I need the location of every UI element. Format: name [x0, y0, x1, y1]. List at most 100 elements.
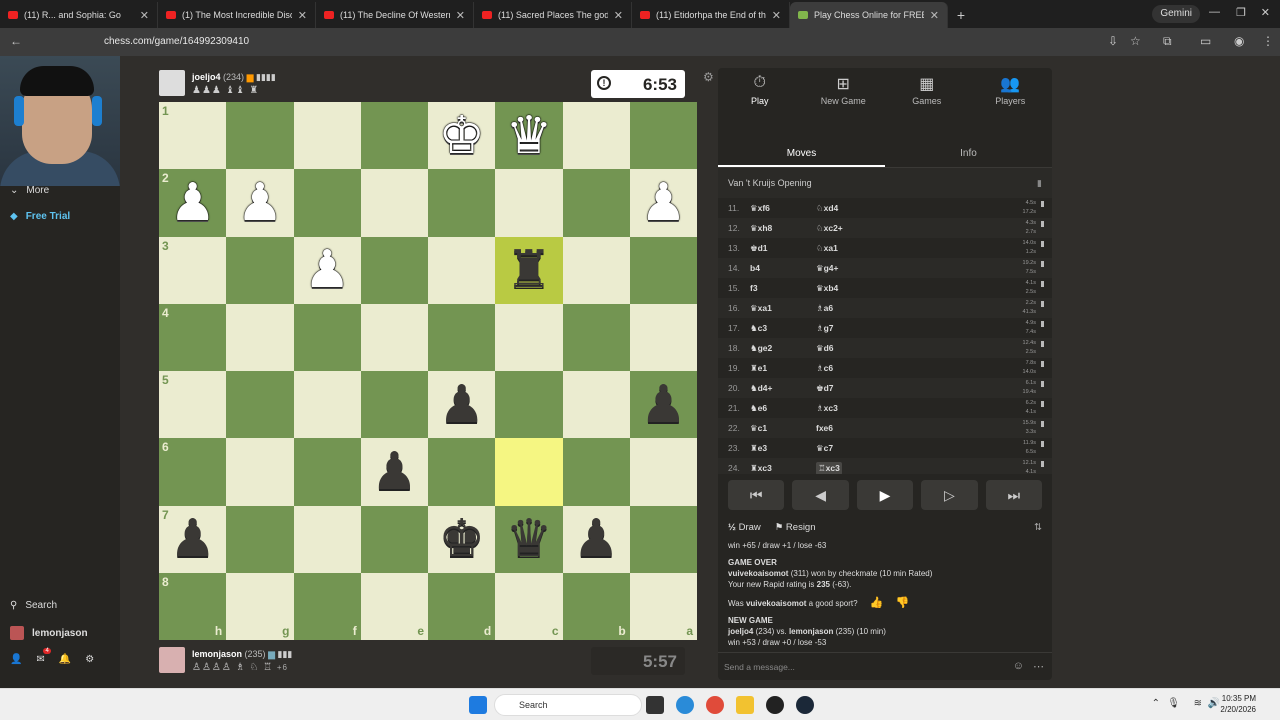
- close-tab-icon[interactable]: ✕: [456, 9, 465, 22]
- gemini-button[interactable]: Gemini: [1152, 5, 1200, 23]
- new-tab-button[interactable]: +: [948, 2, 974, 28]
- board-square[interactable]: [360, 169, 428, 237]
- thumbs-down-icon[interactable]: 👎: [896, 598, 910, 609]
- sidebar-search[interactable]: ⚲ Search: [10, 600, 57, 611]
- board-square[interactable]: [629, 505, 697, 573]
- board-square[interactable]: d: [428, 572, 496, 640]
- volume-icon[interactable]: 🔊: [1208, 698, 1220, 709]
- white-king-icon[interactable]: ♚: [438, 110, 485, 162]
- board-square[interactable]: [562, 438, 630, 506]
- bell-icon[interactable]: 🔔: [59, 654, 71, 665]
- board-square[interactable]: [495, 438, 563, 506]
- board-square[interactable]: 8h: [159, 572, 227, 640]
- board-square[interactable]: ♜: [495, 236, 563, 304]
- board-square[interactable]: [428, 303, 496, 371]
- nav-players[interactable]: 👥 Players: [969, 68, 1053, 140]
- white-move[interactable]: b4: [750, 263, 816, 273]
- edge-icon[interactable]: [676, 696, 694, 714]
- browser-tab[interactable]: (1) The Most Incredible Disco ✕: [158, 2, 316, 28]
- board-square[interactable]: [360, 303, 428, 371]
- board-square[interactable]: a: [629, 572, 697, 640]
- message-input[interactable]: Send a message... ☺ ⋯: [718, 652, 1052, 680]
- black-pawn-icon[interactable]: ♟: [169, 513, 216, 565]
- free-trial-link[interactable]: ◆ Free Trial: [10, 211, 70, 222]
- thumbs-up-icon[interactable]: 👍: [870, 598, 884, 609]
- black-pawn-icon[interactable]: ♟: [438, 379, 485, 431]
- wifi-icon[interactable]: ≋: [1194, 698, 1202, 709]
- mic-icon[interactable]: 🎙: [1167, 698, 1180, 709]
- white-pawn-icon[interactable]: ♟: [237, 177, 284, 229]
- black-move[interactable]: ♗a6: [816, 303, 882, 314]
- black-pawn-icon[interactable]: ♟: [371, 446, 418, 498]
- chrome-icon[interactable]: [706, 696, 724, 714]
- close-tab-icon[interactable]: ✕: [772, 9, 781, 22]
- board-square[interactable]: ♛: [495, 102, 563, 170]
- bookmark-star-icon[interactable]: ☆: [1130, 34, 1141, 48]
- board-square[interactable]: [629, 236, 697, 304]
- board-square[interactable]: ♟: [428, 371, 496, 439]
- book-icon[interactable]: ▮: [1037, 168, 1042, 198]
- board-square[interactable]: [428, 438, 496, 506]
- white-move[interactable]: ♛xa1: [750, 303, 816, 314]
- white-move[interactable]: ♞ge2: [750, 343, 816, 354]
- white-pawn-icon[interactable]: ♟: [640, 177, 687, 229]
- file-explorer-icon[interactable]: [736, 696, 754, 714]
- black-move[interactable]: ♗c6: [816, 363, 882, 374]
- white-move[interactable]: ♞c3: [750, 323, 816, 334]
- opening-name[interactable]: Van 't Kruijs Opening: [728, 178, 812, 188]
- white-move[interactable]: ♜e1: [750, 363, 816, 374]
- resign-button[interactable]: ⚑ Resign: [775, 522, 816, 533]
- board-square[interactable]: [293, 371, 361, 439]
- black-move[interactable]: ♗g7: [816, 323, 882, 334]
- board-square[interactable]: 1: [159, 102, 227, 170]
- board-square[interactable]: ♛: [495, 505, 563, 573]
- extensions-icon[interactable]: ⧉: [1163, 34, 1172, 49]
- board-square[interactable]: [360, 371, 428, 439]
- black-move[interactable]: ♘xc2+: [816, 223, 882, 234]
- nav-games[interactable]: ▦ Games: [885, 68, 969, 140]
- flip-board-icon[interactable]: ⇅: [1034, 522, 1042, 533]
- tray-chevron-icon[interactable]: ⌃: [1152, 698, 1160, 709]
- close-tab-icon[interactable]: ✕: [140, 9, 149, 22]
- black-rook-icon[interactable]: ♜: [506, 244, 553, 296]
- browser-menu-icon[interactable]: ⋮: [1262, 34, 1274, 48]
- black-move[interactable]: ♘xd4: [816, 203, 882, 214]
- play-button[interactable]: ▶: [856, 480, 914, 510]
- board-square[interactable]: [226, 236, 294, 304]
- black-move[interactable]: fxe6: [816, 423, 882, 433]
- black-move[interactable]: ♛d6: [816, 343, 882, 354]
- board-square[interactable]: [495, 169, 563, 237]
- board-square[interactable]: 5: [159, 371, 227, 439]
- last-move-button[interactable]: ⏭: [985, 480, 1043, 510]
- board-square[interactable]: 6: [159, 438, 227, 506]
- maximize-icon[interactable]: ❐: [1236, 6, 1246, 19]
- white-move[interactable]: ♛c1: [750, 423, 816, 434]
- board-square[interactable]: 3: [159, 236, 227, 304]
- first-move-button[interactable]: ⏮: [728, 480, 785, 510]
- board-square[interactable]: [562, 303, 630, 371]
- white-pawn-icon[interactable]: ♟: [304, 244, 351, 296]
- minimize-icon[interactable]: —: [1209, 6, 1220, 18]
- board-square[interactable]: [629, 303, 697, 371]
- board-square[interactable]: [629, 438, 697, 506]
- white-move[interactable]: ♛xh8: [750, 223, 816, 234]
- white-queen-icon[interactable]: ♛: [506, 110, 553, 162]
- browser-tab[interactable]: (11) Sacred Places The gods Sa✕: [474, 2, 632, 28]
- black-queen-icon[interactable]: ♛: [506, 513, 553, 565]
- board-square[interactable]: ♟: [226, 169, 294, 237]
- browser-tab[interactable]: (11) The Decline Of Western Ci✕: [316, 2, 474, 28]
- black-move[interactable]: ♘xa1: [816, 243, 882, 254]
- windows-start-icon[interactable]: [469, 696, 487, 714]
- friends-icon[interactable]: 👤: [10, 654, 22, 665]
- url-field[interactable]: chess.com/game/164992309410: [104, 36, 249, 47]
- board-square[interactable]: ♟: [629, 371, 697, 439]
- black-move[interactable]: ♛c7: [816, 443, 882, 454]
- black-move[interactable]: ♖xc3: [816, 461, 842, 474]
- board-square[interactable]: ♚: [428, 505, 496, 573]
- board-square[interactable]: [495, 371, 563, 439]
- board-square[interactable]: [226, 505, 294, 573]
- board-square[interactable]: ♟: [360, 438, 428, 506]
- steam-icon[interactable]: [796, 696, 814, 714]
- white-move[interactable]: ♜e3: [750, 443, 816, 454]
- nav-play[interactable]: ⏱ Play: [718, 68, 802, 140]
